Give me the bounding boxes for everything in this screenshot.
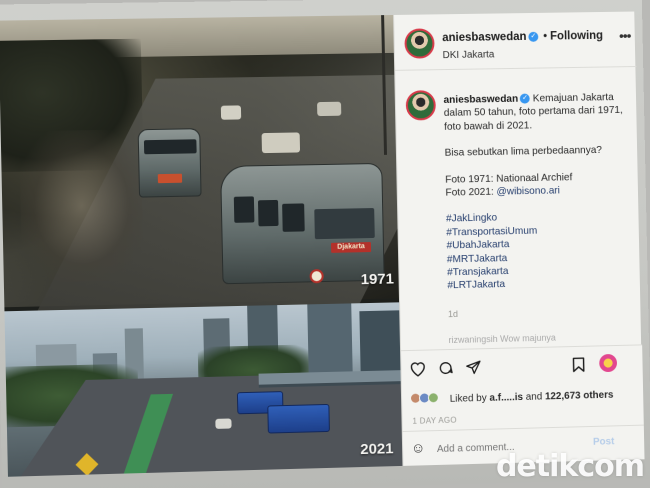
bus-destination-sign: Djakarta [330,242,372,253]
monitor-screen: Djakarta 1971 2021 aniesbaswedan ✓ • Fol… [0,0,650,488]
comment-bubble-icon[interactable] [437,360,454,381]
follow-button[interactable]: • Following [543,30,603,43]
post-timestamp: 1 DAY AGO [412,415,457,426]
hashtag-list: #JakLingko #TransportasiUmum #UbahJakarta #… [446,209,635,293]
mention-link[interactable]: @wibisono.ari [496,185,560,197]
car [317,101,342,117]
caption-question: Bisa sebutkan lima perbedaannya? [444,145,603,159]
comment-preview: rizwaningsih Wow majunya [448,332,556,346]
verified-badge-icon: ✓ [520,93,531,104]
bookmark-icon[interactable] [572,357,586,378]
likes-summary[interactable]: Liked by a.f.....is and 122,673 others [450,390,614,405]
likes-count[interactable]: 122,673 others [545,390,614,403]
dot-separator: • [543,30,548,43]
like-heart-icon[interactable] [409,361,426,382]
actions-bar: Liked by a.f.....is and 122,673 others 1… [401,344,645,467]
car [215,418,232,429]
transjakarta-bus [267,403,330,434]
credit-2021: Foto 2021: [445,186,497,199]
caption-avatar[interactable] [405,90,437,121]
bus-small [137,128,202,198]
location-link[interactable]: DKI Jakarta [443,49,495,61]
more-options-icon[interactable]: ••• [619,27,631,43]
post-header: aniesbaswedan ✓ • Following DKI Jakarta ••… [394,11,637,71]
caption-username[interactable]: aniesbaswedan [443,94,518,106]
post-sidebar: aniesbaswedan ✓ • Following DKI Jakarta ••… [393,11,645,467]
bus-number-badge [309,269,324,284]
hashtag-link[interactable]: #LRTJakarta [447,276,635,293]
share-send-icon[interactable] [465,359,482,380]
caption: aniesbaswedan ✓ Kemajuan Jakarta dalam 50… [443,91,635,293]
photo-2021: 2021 [4,302,403,477]
bus-large: Djakarta [220,162,385,285]
detikcom-watermark: detikcom [495,449,645,484]
crowd [18,129,144,283]
verified-badge-icon: ✓ [528,31,539,42]
photo-1971: Djakarta 1971 [0,14,403,323]
post-comment-button[interactable]: Post [593,436,615,447]
liker-username[interactable]: a.f.....is [489,392,523,404]
post-image[interactable]: Djakarta 1971 2021 [0,14,403,477]
username-link[interactable]: aniesbaswedan ✓ [442,31,539,44]
car [220,105,242,120]
emoji-icon[interactable]: ☺ [411,439,426,455]
save-to-collection-icon[interactable] [599,353,618,373]
liker-avatar [427,392,439,404]
avatar[interactable] [404,28,435,59]
photo-credits: Foto 1971: Nationaal Archief Foto 2021: … [445,170,633,200]
credit-1971: Foto 1971: Nationaal Archief [445,171,573,186]
caption-age: 1d [447,308,459,320]
year-label-2021: 2021 [360,440,394,459]
year-label-1971: 1971 [360,270,395,289]
car [261,132,301,154]
